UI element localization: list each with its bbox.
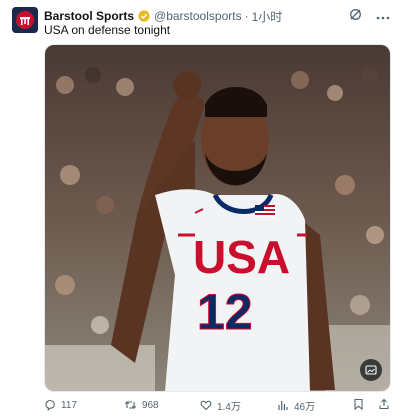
tweet-text: USA on defense tonight [44,23,171,37]
jersey-number: 12 [197,284,253,340]
views-button[interactable]: 46万 [277,398,353,413]
more-icon[interactable] [376,9,390,23]
reply-button[interactable]: 117 [44,399,124,411]
author-handle[interactable]: @barstoolsports [154,9,242,23]
reply-icon [45,399,55,411]
tweet-actions: 117 968 1.4万 46万 [44,397,390,413]
alt-text-icon[interactable] [360,359,382,381]
view-count: 46万 [293,401,316,413]
jersey-text: USA [193,231,290,283]
like-count: 1.4万 [216,401,241,413]
retweet-button[interactable]: 968 [124,399,200,411]
retweet-icon [124,401,137,409]
like-button[interactable]: 1.4万 [200,398,277,413]
tweet[interactable]: Barstool Sports @barstoolsports · 1小时 US… [0,0,400,419]
verified-badge-icon[interactable] [138,10,150,22]
author-name[interactable]: Barstool Sports [44,9,134,23]
avatar[interactable] [12,7,38,33]
grok-icon[interactable] [349,8,362,24]
separator: · [244,9,249,23]
tweet-photo[interactable]: USA 12 [44,44,391,392]
views-icon [278,401,288,410]
retweet-count: 968 [141,399,159,411]
timestamp[interactable]: 1小时 [252,8,283,25]
reply-count: 117 [61,399,77,411]
like-icon [200,400,212,411]
flag-patch [255,205,275,217]
barstool-logo [12,7,38,33]
bookmark-icon[interactable] [353,398,364,413]
share-icon[interactable] [378,398,390,413]
